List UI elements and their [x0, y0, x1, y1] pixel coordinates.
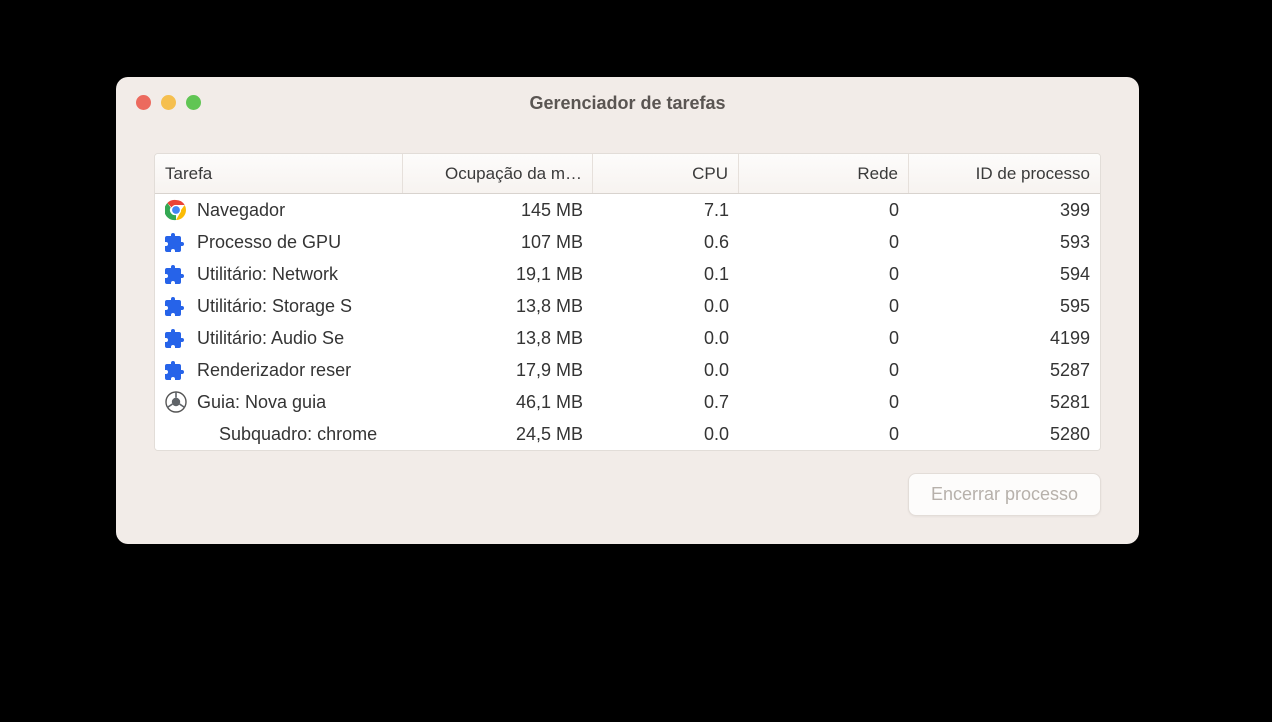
cell-cpu: 7.1	[593, 200, 739, 221]
cell-task: Utilitário: Storage S	[155, 295, 403, 317]
table-row[interactable]: Guia: Nova guia 46,1 MB0.705281	[155, 386, 1100, 418]
minimize-window-button[interactable]	[161, 95, 176, 110]
cell-network: 0	[739, 360, 909, 381]
cell-pid: 399	[909, 200, 1100, 221]
task-name: Utilitário: Storage S	[197, 296, 352, 317]
extension-icon	[165, 295, 187, 317]
cell-cpu: 0.6	[593, 232, 739, 253]
zoom-window-button[interactable]	[186, 95, 201, 110]
task-name: Navegador	[197, 200, 285, 221]
cell-memory: 19,1 MB	[403, 264, 593, 285]
cell-network: 0	[739, 392, 909, 413]
end-process-button[interactable]: Encerrar processo	[908, 473, 1101, 516]
extension-icon	[165, 231, 187, 253]
task-name: Renderizador reser	[197, 360, 351, 381]
footer: Encerrar processo	[154, 451, 1101, 516]
cell-task: Navegador	[155, 199, 403, 221]
table-body: Navegador145 MB7.10399Processo de GPU107…	[155, 194, 1100, 450]
cell-network: 0	[739, 328, 909, 349]
process-table: Tarefa Ocupação da m… CPU Rede ID de pro…	[154, 153, 1101, 451]
task-name: Utilitário: Audio Se	[197, 328, 344, 349]
cell-cpu: 0.0	[593, 360, 739, 381]
cell-network: 0	[739, 264, 909, 285]
cell-memory: 13,8 MB	[403, 328, 593, 349]
cell-memory: 13,8 MB	[403, 296, 593, 317]
extension-icon	[165, 359, 187, 381]
table-row[interactable]: Renderizador reser 17,9 MB0.005287	[155, 354, 1100, 386]
table-row[interactable]: Subquadro: chrome 24,5 MB0.005280	[155, 418, 1100, 450]
table-row[interactable]: Utilitário: Network 19,1 MB0.10594	[155, 258, 1100, 290]
cell-memory: 145 MB	[403, 200, 593, 221]
column-header-network[interactable]: Rede	[739, 154, 909, 193]
column-header-memory[interactable]: Ocupação da m…	[403, 154, 593, 193]
cell-task: Processo de GPU	[155, 231, 403, 253]
task-name: Utilitário: Network	[197, 264, 338, 285]
chrome-icon	[165, 199, 187, 221]
cell-pid: 5281	[909, 392, 1100, 413]
cell-task: Utilitário: Audio Se	[155, 327, 403, 349]
table-row[interactable]: Navegador 145 MB7.10399	[155, 194, 1100, 226]
cell-pid: 594	[909, 264, 1100, 285]
task-name: Processo de GPU	[197, 232, 341, 253]
cell-task: Subquadro: chrome	[155, 423, 403, 445]
titlebar[interactable]: Gerenciador de tarefas	[116, 77, 1139, 129]
cell-memory: 46,1 MB	[403, 392, 593, 413]
task-manager-window: Gerenciador de tarefas Tarefa Ocupação d…	[116, 77, 1139, 544]
cell-pid: 595	[909, 296, 1100, 317]
extension-icon	[165, 327, 187, 349]
content-area: Tarefa Ocupação da m… CPU Rede ID de pro…	[116, 129, 1139, 544]
column-header-task[interactable]: Tarefa	[155, 154, 403, 193]
task-name: Subquadro: chrome	[219, 424, 377, 445]
column-header-pid[interactable]: ID de processo	[909, 154, 1100, 193]
cell-memory: 17,9 MB	[403, 360, 593, 381]
cell-task: Guia: Nova guia	[155, 391, 403, 413]
cell-cpu: 0.0	[593, 424, 739, 445]
cell-pid: 4199	[909, 328, 1100, 349]
cell-cpu: 0.0	[593, 296, 739, 317]
table-header: Tarefa Ocupação da m… CPU Rede ID de pro…	[155, 154, 1100, 194]
column-header-cpu[interactable]: CPU	[593, 154, 739, 193]
close-window-button[interactable]	[136, 95, 151, 110]
cell-task: Utilitário: Network	[155, 263, 403, 285]
cell-cpu: 0.0	[593, 328, 739, 349]
task-name: Guia: Nova guia	[197, 392, 326, 413]
cell-pid: 593	[909, 232, 1100, 253]
cell-network: 0	[739, 296, 909, 317]
table-row[interactable]: Utilitário: Storage S 13,8 MB0.00595	[155, 290, 1100, 322]
extension-icon	[165, 263, 187, 285]
cell-pid: 5280	[909, 424, 1100, 445]
cell-cpu: 0.1	[593, 264, 739, 285]
table-row[interactable]: Utilitário: Audio Se 13,8 MB0.004199	[155, 322, 1100, 354]
traffic-lights	[136, 95, 201, 110]
cell-memory: 107 MB	[403, 232, 593, 253]
cell-network: 0	[739, 424, 909, 445]
cell-cpu: 0.7	[593, 392, 739, 413]
window-title: Gerenciador de tarefas	[116, 93, 1139, 114]
cell-memory: 24,5 MB	[403, 424, 593, 445]
cell-network: 0	[739, 200, 909, 221]
chromium-icon	[165, 391, 187, 413]
table-row[interactable]: Processo de GPU 107 MB0.60593	[155, 226, 1100, 258]
cell-task: Renderizador reser	[155, 359, 403, 381]
cell-network: 0	[739, 232, 909, 253]
cell-pid: 5287	[909, 360, 1100, 381]
